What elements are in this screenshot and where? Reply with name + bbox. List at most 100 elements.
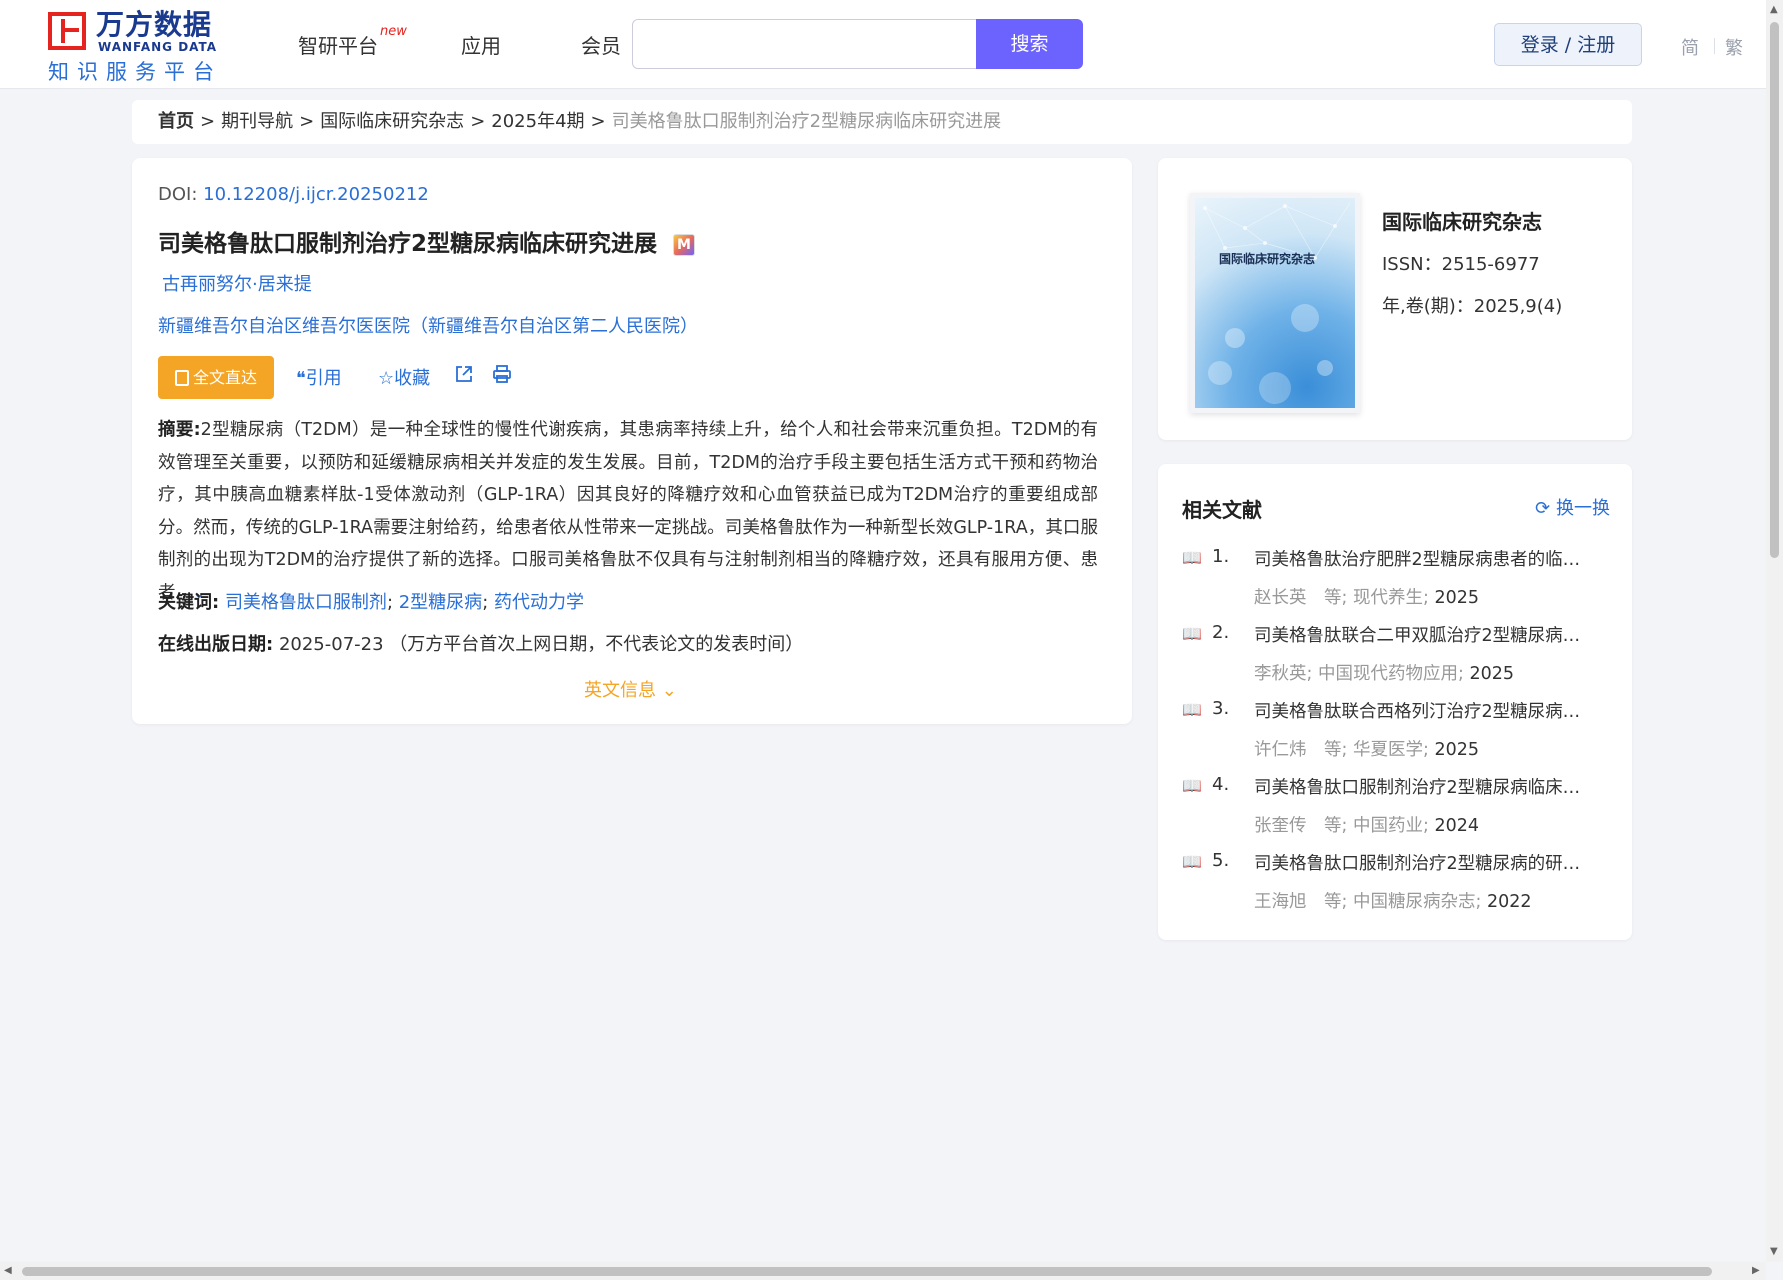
keyword-link[interactable]: 药代动力学 bbox=[494, 592, 584, 613]
doi-link[interactable]: 10.12208/j.ijcr.20250212 bbox=[203, 184, 429, 205]
top-header: 万方数据 WANFANG DATA 知识服务平台 智研平台 new 应用 会员 … bbox=[0, 0, 1766, 89]
related-year: 2025 bbox=[1469, 664, 1515, 684]
book-icon: 📖 bbox=[1182, 548, 1202, 567]
refresh-icon: ⟳ bbox=[1535, 498, 1551, 519]
scroll-up-icon[interactable]: ▲ bbox=[1770, 4, 1778, 15]
related-journal[interactable]: 中国糖尿病杂志; bbox=[1353, 892, 1481, 912]
related-authors[interactable]: 李秋英; bbox=[1254, 664, 1312, 684]
keywords: 关键词: 司美格鲁肽口服制剂; 2型糖尿病; 药代动力学 bbox=[158, 592, 584, 613]
related-literature-card: 相关文献 ⟳ 换一换 📖 1. 司美格鲁肽治疗肥胖2型糖尿病患者的临床研究 赵长… bbox=[1158, 464, 1632, 940]
lang-simplified[interactable]: 简 bbox=[1681, 34, 1699, 60]
scroll-right-icon[interactable]: ▶ bbox=[1752, 1265, 1760, 1276]
related-meta: 许仁炜 等; 华夏医学; 2025 bbox=[1254, 736, 1479, 761]
wanfang-logo[interactable]: 万方数据 WANFANG DATA 知识服务平台 bbox=[48, 10, 218, 84]
print-icon[interactable] bbox=[492, 364, 512, 389]
vertical-scroll-thumb[interactable] bbox=[1770, 22, 1779, 558]
nav-member[interactable]: 会员 bbox=[581, 30, 621, 59]
related-authors[interactable]: 张奎传 等; bbox=[1254, 816, 1347, 836]
full-text-label: 全文直达 bbox=[192, 368, 257, 387]
related-meta: 赵长英 等; 现代养生; 2025 bbox=[1254, 584, 1479, 609]
vertical-scrollbar[interactable]: ▲ ▼ bbox=[1766, 0, 1783, 1262]
related-meta: 李秋英; 中国现代药物应用; 2025 bbox=[1254, 660, 1514, 685]
keyword-link[interactable]: 司美格鲁肽口服制剂 bbox=[225, 592, 387, 613]
breadcrumb-sep: > bbox=[200, 111, 216, 132]
breadcrumb-sep: > bbox=[470, 111, 486, 132]
doi-label: DOI: bbox=[158, 184, 198, 205]
article-title: 司美格鲁肽口服制剂治疗2型糖尿病临床研究进展 M bbox=[158, 224, 696, 258]
favorite-button[interactable]: ☆收藏 bbox=[378, 364, 430, 390]
journal-issn: ISSN：2515-6977 bbox=[1382, 254, 1540, 275]
m-badge-icon[interactable]: M bbox=[673, 233, 696, 256]
full-text-button[interactable]: 全文直达 bbox=[158, 356, 274, 399]
logo-en-text: WANFANG DATA bbox=[98, 40, 218, 54]
related-link[interactable]: 司美格鲁肽联合二甲双胍治疗2型糖尿病的疗效 bbox=[1254, 622, 1594, 647]
breadcrumb-sep: > bbox=[590, 111, 606, 132]
related-meta: 王海旭 等; 中国糖尿病杂志; 2022 bbox=[1254, 888, 1532, 913]
horizontal-scrollbar[interactable]: ◀ ▶ bbox=[0, 1262, 1766, 1280]
related-authors[interactable]: 赵长英 等; bbox=[1254, 588, 1347, 608]
nav-apps[interactable]: 应用 bbox=[461, 30, 501, 59]
cover-title: 国际临床研究杂志 bbox=[1219, 252, 1316, 266]
related-link[interactable]: 司美格鲁肽联合西格列汀治疗2型糖尿病的效果 bbox=[1254, 698, 1594, 723]
horizontal-scroll-thumb[interactable] bbox=[22, 1267, 1712, 1276]
breadcrumb-current: 司美格鲁肽口服制剂治疗2型糖尿病临床研究进展 bbox=[611, 111, 1002, 132]
related-journal[interactable]: 现代养生; bbox=[1353, 588, 1429, 608]
related-meta: 张奎传 等; 中国药业; 2024 bbox=[1254, 812, 1479, 837]
author-link[interactable]: 古再丽努尔·居来提 bbox=[162, 270, 312, 296]
article-card: DOI: 10.12208/j.ijcr.20250212 司美格鲁肽口服制剂治… bbox=[132, 158, 1132, 724]
pubdate-label: 在线出版日期: bbox=[158, 634, 274, 655]
english-info-toggle[interactable]: 英文信息 ⌄ bbox=[584, 676, 677, 702]
breadcrumb: 首页 > 期刊导航 > 国际临床研究杂志 >2025年4期 > 司美格鲁肽口服制剂治疗2型糖尿… bbox=[132, 100, 1632, 144]
pubdate-value: 2025-07-23 bbox=[278, 634, 384, 655]
quote-icon: ❝ bbox=[296, 368, 306, 389]
book-icon: 📖 bbox=[1182, 852, 1202, 871]
star-icon: ☆ bbox=[378, 368, 395, 389]
related-num: 3. bbox=[1212, 698, 1230, 719]
breadcrumb-journals[interactable]: 期刊导航 bbox=[221, 111, 293, 132]
nav-zhiyan[interactable]: 智研平台 new bbox=[298, 24, 407, 59]
breadcrumb-journal[interactable]: 国际临床研究杂志 bbox=[320, 111, 464, 132]
journal-card: 国际临床研究杂志 国际临床研究杂志 ISSN：2515-6977 年,卷(期)：… bbox=[1158, 158, 1632, 440]
related-num: 1. bbox=[1212, 546, 1230, 567]
organization-link[interactable]: 新疆维吾尔自治区维吾尔医医院（新疆维吾尔自治区第二人民医院） bbox=[158, 312, 698, 338]
lang-traditional[interactable]: 繁 bbox=[1725, 34, 1743, 60]
scroll-left-icon[interactable]: ◀ bbox=[4, 1265, 12, 1276]
publish-date: 在线出版日期: 2025-07-23 （万方平台首次上网日期，不代表论文的发表时… bbox=[158, 630, 803, 656]
refresh-label: 换一换 bbox=[1556, 498, 1610, 519]
nav-zhiyan-label: 智研平台 bbox=[298, 34, 378, 58]
refresh-button[interactable]: ⟳ 换一换 bbox=[1535, 494, 1610, 520]
related-year: 2024 bbox=[1434, 816, 1480, 836]
cite-label: 引用 bbox=[305, 368, 342, 389]
journal-name[interactable]: 国际临床研究杂志 bbox=[1382, 206, 1542, 235]
cover-network-pattern bbox=[1203, 202, 1351, 404]
share-icon[interactable] bbox=[454, 364, 474, 389]
scroll-down-icon[interactable]: ▼ bbox=[1770, 1246, 1778, 1257]
abstract-label: 摘要: bbox=[158, 420, 201, 440]
journal-volume: 年,卷(期)：2025,9(4) bbox=[1382, 296, 1563, 317]
related-journal[interactable]: 中国药业; bbox=[1353, 816, 1429, 836]
book-icon: 📖 bbox=[1182, 776, 1202, 795]
search-input[interactable] bbox=[632, 19, 976, 69]
book-icon: 📖 bbox=[1182, 624, 1202, 643]
search-button[interactable]: 搜索 bbox=[976, 19, 1083, 69]
journal-cover[interactable]: 国际临床研究杂志 bbox=[1190, 193, 1360, 413]
related-journal[interactable]: 中国现代药物应用; bbox=[1318, 664, 1464, 684]
related-link[interactable]: 司美格鲁肽治疗肥胖2型糖尿病患者的临床研究 bbox=[1254, 546, 1594, 571]
breadcrumb-issue[interactable]: 2025年4期 bbox=[491, 111, 584, 132]
english-info-label: 英文信息 bbox=[584, 680, 656, 701]
breadcrumb-home[interactable]: 首页 bbox=[158, 111, 194, 132]
related-num: 5. bbox=[1212, 850, 1230, 871]
free-doc-icon bbox=[174, 370, 189, 386]
related-journal[interactable]: 华夏医学; bbox=[1353, 740, 1429, 760]
book-icon: 📖 bbox=[1182, 700, 1202, 719]
login-register-button[interactable]: 登录 / 注册 bbox=[1494, 23, 1642, 66]
cite-button[interactable]: ❝引用 bbox=[296, 364, 342, 390]
lang-divider bbox=[1714, 38, 1715, 54]
related-authors[interactable]: 许仁炜 等; bbox=[1254, 740, 1347, 760]
related-link[interactable]: 司美格鲁肽口服制剂治疗2型糖尿病的研究进展 bbox=[1254, 850, 1594, 875]
new-badge: new bbox=[380, 24, 407, 39]
keyword-link[interactable]: 2型糖尿病 bbox=[399, 592, 482, 613]
related-authors[interactable]: 王海旭 等; bbox=[1254, 892, 1347, 912]
related-link[interactable]: 司美格鲁肽口服制剂治疗2型糖尿病临床研究进展 bbox=[1254, 774, 1594, 799]
related-year: 2025 bbox=[1434, 588, 1480, 608]
